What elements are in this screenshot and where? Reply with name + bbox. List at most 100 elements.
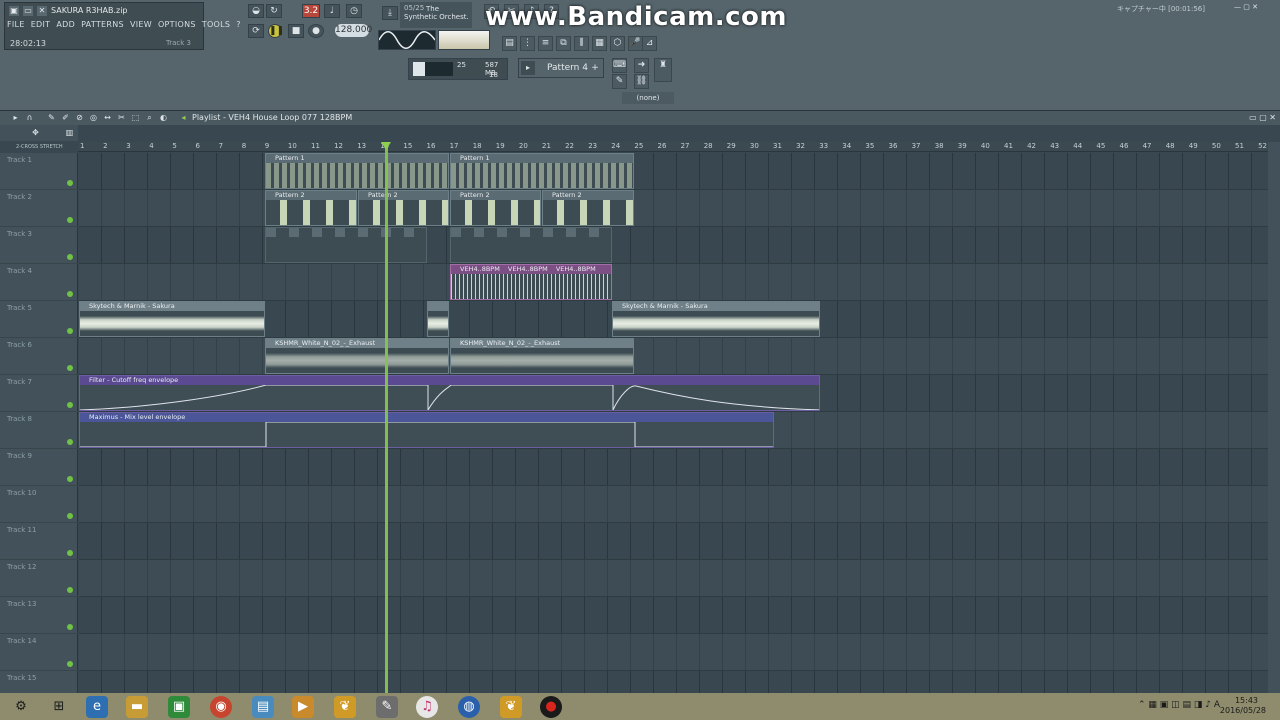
window-controls[interactable]: — ▢ ✕ <box>1234 3 1274 13</box>
clip-maximus-automation[interactable]: Maximus - Mix level envelope <box>79 412 774 448</box>
playlist-grid[interactable]: Pattern 1 Pattern 1 Pattern 2 Pattern 2 … <box>79 153 1268 694</box>
menu-patterns[interactable]: PATTERNS <box>81 20 124 32</box>
loop-record-icon[interactable]: ⟳ <box>248 24 264 38</box>
track-header[interactable]: Track 9 <box>0 449 78 486</box>
file-explorer-icon[interactable]: ▬ <box>126 696 148 718</box>
track-mute-led-icon[interactable] <box>67 254 73 260</box>
window-menu-icon[interactable]: ▣ <box>9 6 19 16</box>
slice-tool-icon[interactable]: ✂ <box>116 112 127 123</box>
track-header[interactable]: Track 8 <box>0 412 78 449</box>
tool-app-icon[interactable]: ✎ <box>376 696 398 718</box>
track-mute-led-icon[interactable] <box>67 476 73 482</box>
menu-add[interactable]: ADD <box>56 20 75 32</box>
select-tool-icon[interactable]: ⬚ <box>130 112 141 123</box>
track-mute-led-icon[interactable] <box>67 291 73 297</box>
move-icon[interactable]: ✥ <box>30 127 41 138</box>
itunes-icon[interactable]: ♫ <box>416 696 438 718</box>
playhead[interactable] <box>385 143 388 694</box>
typing-keyboard-icon[interactable]: ⌨ <box>612 58 627 73</box>
mixer-icon[interactable]: ⫼ <box>574 36 589 51</box>
menu-options[interactable]: OPTIONS <box>158 20 196 32</box>
tempo-display[interactable]: 128.000 <box>335 24 372 37</box>
loop-icon[interactable]: ↻ <box>266 4 282 18</box>
track-mute-led-icon[interactable] <box>67 513 73 519</box>
snap-selector[interactable]: (none) <box>622 92 674 104</box>
track-row[interactable] <box>79 634 1268 671</box>
track-header[interactable]: Track 3 <box>0 227 78 264</box>
delete-tool-icon[interactable]: ⊘ <box>74 112 85 123</box>
song-browser[interactable]: 05/25 The Synthetic Orchest. <box>400 2 472 28</box>
track-mute-led-icon[interactable] <box>67 439 73 445</box>
minimize-icon[interactable]: ▭ <box>23 6 33 16</box>
playlist-menu-icon[interactable]: ▸ <box>10 112 21 123</box>
clip-pattern-2[interactable]: Pattern 2 <box>450 190 541 226</box>
channel-rack-icon[interactable]: ▦ <box>592 36 607 51</box>
menu-file[interactable]: FILE <box>7 20 25 32</box>
network-icon[interactable]: ▤ <box>252 696 274 718</box>
clock-date[interactable]: 2016/05/28 <box>1220 706 1266 715</box>
internet-explorer-icon[interactable]: e <box>86 696 108 718</box>
system-tray[interactable]: ⌃ ▦ ▣ ◫ ▤ ◨ ♪ A <box>1138 700 1220 710</box>
store-icon[interactable]: ▣ <box>168 696 190 718</box>
pattern-selector[interactable]: ▸ Pattern 4 + <box>518 58 604 78</box>
clip-pattern-2[interactable]: Pattern 2 <box>265 190 357 226</box>
clip-pattern-2[interactable]: Pattern 2 <box>358 190 449 226</box>
timeline-ruler[interactable]: 1234567891011121314151617181920212223242… <box>78 142 1268 152</box>
track-row[interactable] <box>79 338 1268 375</box>
clip-audio-kshmr[interactable]: KSHMR_White_N_02_-_Exhaust <box>265 338 449 374</box>
record-button[interactable]: ● <box>308 24 324 38</box>
track-row[interactable] <box>79 153 1268 190</box>
track-mute-led-icon[interactable] <box>67 550 73 556</box>
fl-studio-active-icon[interactable]: ❦ <box>500 696 522 718</box>
chrome-icon[interactable]: ◉ <box>210 696 232 718</box>
globe-icon[interactable]: ◍ <box>458 696 480 718</box>
track-header[interactable]: Track 11 <box>0 523 78 560</box>
clip-audio-sakura[interactable]: Skytech & Marnik - Sakura <box>612 301 820 337</box>
track-mute-led-icon[interactable] <box>67 180 73 186</box>
step-seq-icon[interactable]: ⋮ <box>520 36 535 51</box>
track-header[interactable]: Track 1 <box>0 153 78 190</box>
arrow-right-icon[interactable]: ➜ <box>634 58 649 73</box>
track-header[interactable]: Track 6 <box>0 338 78 375</box>
track-row[interactable] <box>79 597 1268 634</box>
draw-tool-icon[interactable]: ✎ <box>46 112 57 123</box>
clip-audio-kshmr[interactable]: KSHMR_White_N_02_-_Exhaust <box>450 338 634 374</box>
track-mute-led-icon[interactable] <box>67 365 73 371</box>
stamp-icon[interactable]: ♜ <box>654 58 672 82</box>
menu-tools[interactable]: TOOLS <box>202 20 231 32</box>
clip-audio-sakura-fragment[interactable] <box>427 301 449 337</box>
track-mute-led-icon[interactable] <box>67 328 73 334</box>
clip-pattern-3[interactable] <box>265 227 427 263</box>
tuning-icon[interactable]: ⊿ <box>642 36 657 51</box>
windows-start-icon[interactable]: ⊞ <box>48 696 70 718</box>
vertical-scrollbar[interactable] <box>1268 142 1280 694</box>
clip-pattern-3[interactable] <box>450 227 612 263</box>
track-mute-led-icon[interactable] <box>67 217 73 223</box>
track-header[interactable]: Track 7 <box>0 375 78 412</box>
pause-button[interactable]: ❚❚ <box>268 24 284 38</box>
track-header[interactable]: Track 12 <box>0 560 78 597</box>
clip-filter-automation[interactable]: Filter - Cutoff freq envelope <box>79 375 820 411</box>
track-mute-led-icon[interactable] <box>67 624 73 630</box>
grid-icon[interactable]: ▥ <box>64 127 75 138</box>
track-mute-led-icon[interactable] <box>67 661 73 667</box>
track-row[interactable] <box>79 264 1268 301</box>
track-header[interactable]: Track 14 <box>0 634 78 671</box>
clip-veh-loop[interactable]: VEH4..8BPM VEH4..8BPM VEH4..8BPM <box>450 264 612 300</box>
track-row[interactable] <box>79 671 1268 694</box>
track-row[interactable] <box>79 560 1268 597</box>
fl-studio-icon[interactable]: ❦ <box>334 696 356 718</box>
track-row[interactable] <box>79 523 1268 560</box>
link-icon[interactable]: ⛓ <box>634 74 649 89</box>
magnet-icon[interactable]: ∩ <box>24 112 35 123</box>
mic-record-icon[interactable]: 🎤 <box>628 36 643 51</box>
clip-pattern-1[interactable]: Pattern 1 <box>265 153 449 189</box>
menu-help[interactable]: ? <box>236 20 241 32</box>
settings-gear-icon[interactable]: ⚙ <box>10 696 32 718</box>
track-row[interactable] <box>79 449 1268 486</box>
playback-tool-icon[interactable]: ◐ <box>158 112 169 123</box>
track-row[interactable] <box>79 227 1268 264</box>
track-header[interactable]: Track 5 <box>0 301 78 338</box>
menu-edit[interactable]: EDIT <box>31 20 51 32</box>
wait-icon[interactable]: ◷ <box>346 4 362 18</box>
